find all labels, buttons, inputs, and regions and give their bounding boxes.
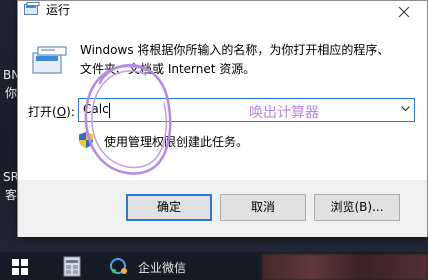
run-app-icon <box>24 2 40 15</box>
run-dialog: 运行 Windows 将根据你所输入的名称，为你打开相应的程序、 文件夹、文档或… <box>17 0 428 237</box>
open-label-key: O <box>56 105 67 119</box>
chevron-down-icon[interactable] <box>401 106 410 112</box>
dialog-content: Windows 将根据你所输入的名称，为你打开相应的程序、 文件夹、文档或 In… <box>18 23 427 180</box>
taskbar-app-icon[interactable] <box>62 256 82 277</box>
desktop-label-2: 你 <box>5 86 18 100</box>
dialog-description: Windows 将根据你所输入的名称，为你打开相应的程序、 文件夹、文档或 In… <box>80 41 420 79</box>
admin-note: 使用管理权限创建此任务。 <box>104 135 249 149</box>
browse-button[interactable]: 浏览(B)... <box>314 194 400 221</box>
description-line-1: Windows 将根据你所输入的名称，为你打开相应的程序、 <box>80 43 390 57</box>
run-icon <box>32 46 67 74</box>
close-button[interactable] <box>381 1 427 23</box>
ok-button[interactable]: 确定 <box>126 194 212 221</box>
blurred-taskbar-area <box>262 254 428 280</box>
close-icon <box>398 6 410 18</box>
open-label-text: 打开( <box>28 105 57 119</box>
description-line-2: 文件夹、文档或 Internet 资源。 <box>80 62 256 76</box>
shield-icon <box>79 132 93 148</box>
taskbar: 企业微信 <box>0 252 428 280</box>
open-input-value[interactable]: Calc <box>83 102 109 116</box>
desktop-label-4: 客 <box>5 188 18 202</box>
wecom-icon[interactable] <box>109 257 129 276</box>
open-combobox[interactable]: Calc 唤出计算器 <box>78 98 415 122</box>
open-label: 打开(O): <box>28 103 75 120</box>
title-bar[interactable]: 运行 <box>18 1 427 23</box>
windows-start-icon[interactable] <box>12 259 28 275</box>
wecom-label[interactable]: 企业微信 <box>138 259 186 276</box>
text-caret <box>109 103 110 118</box>
open-label-end: ): <box>66 105 75 119</box>
dialog-title: 运行 <box>46 3 71 17</box>
cancel-button[interactable]: 取消 <box>220 194 306 221</box>
annotation-text: 唤出计算器 <box>249 105 319 121</box>
